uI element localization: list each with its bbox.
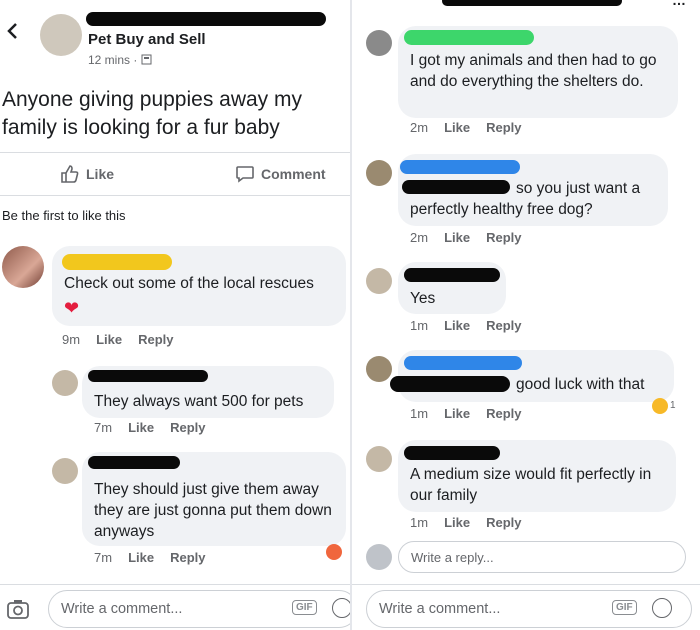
reply-input[interactable]: Write a reply... — [398, 541, 686, 573]
avatar[interactable] — [2, 246, 44, 288]
comment-button[interactable]: Comment — [235, 164, 326, 184]
redacted-name — [400, 160, 520, 174]
redacted-name — [404, 446, 500, 460]
comment-input[interactable]: Write a comment... — [366, 590, 692, 628]
thumbs-up-icon — [61, 165, 79, 183]
redacted-name — [62, 254, 172, 270]
reply-link[interactable]: Reply — [170, 420, 205, 435]
reply-link[interactable]: Reply — [170, 550, 205, 565]
redacted-name — [404, 30, 534, 45]
gif-button[interactable]: GIF — [292, 600, 317, 615]
comment-text: so you just want a perfectly healthy fre… — [410, 180, 641, 218]
comment-text: They always want 500 for pets — [94, 393, 304, 410]
divider — [352, 584, 700, 585]
avatar[interactable] — [52, 458, 78, 484]
redacted-name — [390, 376, 510, 392]
group-name[interactable]: Pet Buy and Sell — [88, 31, 206, 48]
redacted-name — [404, 268, 500, 282]
comment-icon — [236, 166, 254, 183]
right-screenshot: … I got my animals and then had to go an… — [352, 0, 700, 630]
comment-text: I got my animals and then had to go and … — [410, 52, 657, 90]
comment-meta: 2m Like Reply — [410, 230, 522, 245]
comment-bubble: Check out some of the local rescues ❤ — [52, 246, 346, 326]
comment-text: They should just give them away they are… — [94, 481, 332, 540]
group-avatar[interactable] — [40, 14, 82, 56]
avatar[interactable] — [366, 160, 392, 186]
laugh-reaction-icon[interactable] — [652, 398, 668, 414]
reply-link[interactable]: Reply — [486, 120, 521, 135]
emoji-icon[interactable] — [332, 598, 350, 618]
comment-text: Check out some of the local rescues — [64, 275, 314, 292]
comment-bubble: Yes — [398, 262, 506, 314]
like-link[interactable]: Like — [444, 406, 470, 421]
comment-meta: 9m Like Reply — [62, 332, 174, 347]
post-text: Anyone giving puppies away my family is … — [2, 88, 303, 139]
avatar[interactable] — [52, 370, 78, 396]
comment-meta: 1m Like Reply — [410, 318, 522, 333]
comment-bubble: good luck with that — [390, 350, 674, 402]
comment-bubble: so you just want a perfectly healthy fre… — [398, 154, 668, 226]
like-link[interactable]: Like — [128, 420, 154, 435]
avatar[interactable] — [366, 356, 392, 382]
like-link[interactable]: Like — [444, 318, 470, 333]
comment-meta: 2m Like Reply — [410, 120, 522, 135]
audience-icon — [141, 54, 152, 65]
reply-link[interactable]: Reply — [138, 332, 173, 347]
like-link[interactable]: Like — [444, 230, 470, 245]
back-chevron-icon[interactable] — [6, 22, 20, 45]
camera-icon[interactable] — [6, 598, 30, 625]
avatar[interactable] — [366, 268, 392, 294]
emoji-icon[interactable] — [652, 598, 672, 618]
reply-link[interactable]: Reply — [486, 230, 521, 245]
avatar[interactable] — [366, 30, 392, 56]
like-link[interactable]: Like — [444, 515, 470, 530]
redacted-name — [86, 12, 326, 26]
comment-bubble: They always want 500 for pets — [82, 366, 334, 418]
reply-link[interactable]: Reply — [486, 318, 521, 333]
comment-bubble: They should just give them away they are… — [82, 452, 346, 546]
like-link[interactable]: Like — [444, 120, 470, 135]
reply-link[interactable]: Reply — [486, 515, 521, 530]
comment-bubble: I got my animals and then had to go and … — [398, 26, 678, 118]
heart-icon: ❤ — [64, 298, 80, 318]
redacted-name — [88, 456, 180, 469]
reply-link[interactable]: Reply — [486, 406, 521, 421]
comment-meta: 1m Like Reply — [410, 406, 522, 421]
avatar — [366, 544, 392, 570]
divider — [0, 584, 350, 585]
post-time: 12 mins · — [88, 53, 152, 67]
like-link[interactable]: Like — [96, 332, 122, 347]
comment-bubble: A medium size would fit perfectly in our… — [398, 440, 676, 512]
reaction-count: 1 — [670, 400, 676, 411]
redacted-name — [88, 370, 208, 382]
angry-reaction-icon[interactable] — [326, 544, 342, 560]
comment-meta: 7m Like Reply — [94, 420, 206, 435]
comment-meta: 7m Like Reply — [94, 550, 206, 565]
like-link[interactable]: Like — [128, 550, 154, 565]
redacted-name — [404, 356, 522, 370]
comment-text: Yes — [410, 290, 436, 307]
avatar[interactable] — [366, 446, 392, 472]
redacted-header — [442, 0, 622, 6]
gif-button[interactable]: GIF — [612, 600, 637, 615]
divider — [0, 152, 350, 153]
comment-text: A medium size would fit perfectly in our… — [410, 466, 652, 504]
like-button[interactable]: Like — [60, 164, 114, 184]
left-screenshot: Pet Buy and Sell 12 mins · Anyone giving… — [0, 0, 350, 630]
first-like-text: Be the first to like this — [2, 208, 126, 223]
divider — [0, 195, 350, 196]
comment-meta: 1m Like Reply — [410, 515, 522, 530]
more-icon[interactable]: … — [672, 0, 686, 8]
comment-text: good luck with that — [516, 376, 645, 393]
